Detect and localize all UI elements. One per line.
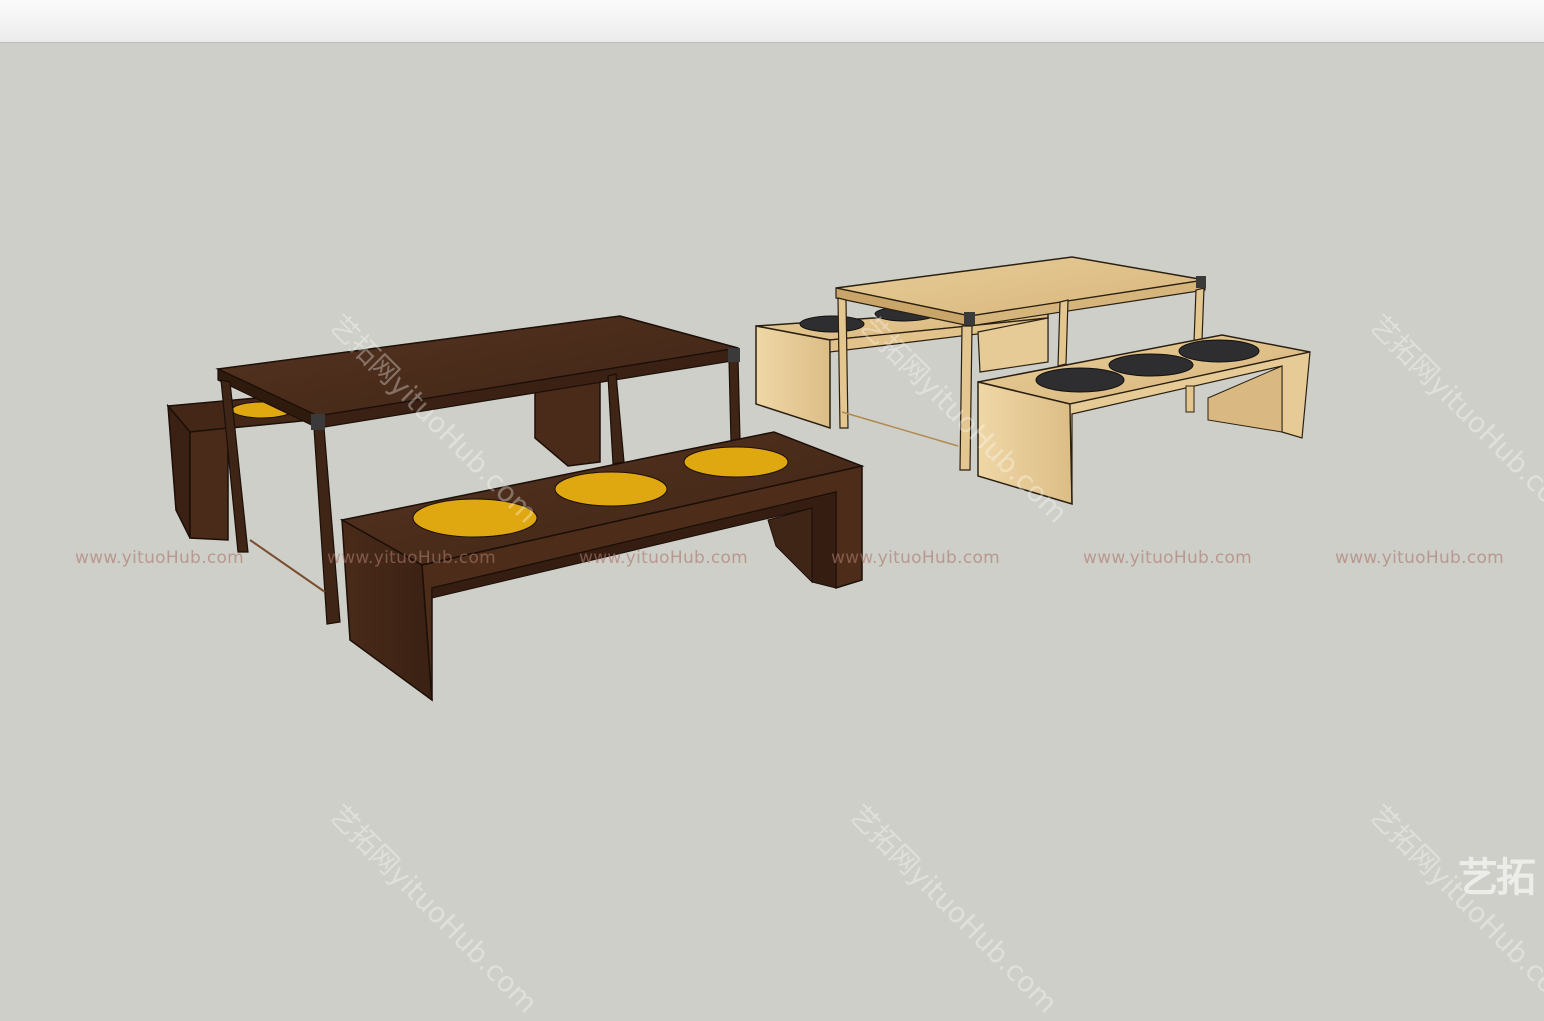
toolbar-area xyxy=(0,0,1544,43)
corner-logo: 艺拓 xyxy=(1458,855,1536,901)
3d-viewport[interactable]: 艺拓网yituoHub.com 艺拓网yituoHub.com 艺拓网yituo… xyxy=(0,43,1544,1019)
scene-canvas xyxy=(166,256,1311,702)
dark-front-bench[interactable] xyxy=(339,431,865,702)
